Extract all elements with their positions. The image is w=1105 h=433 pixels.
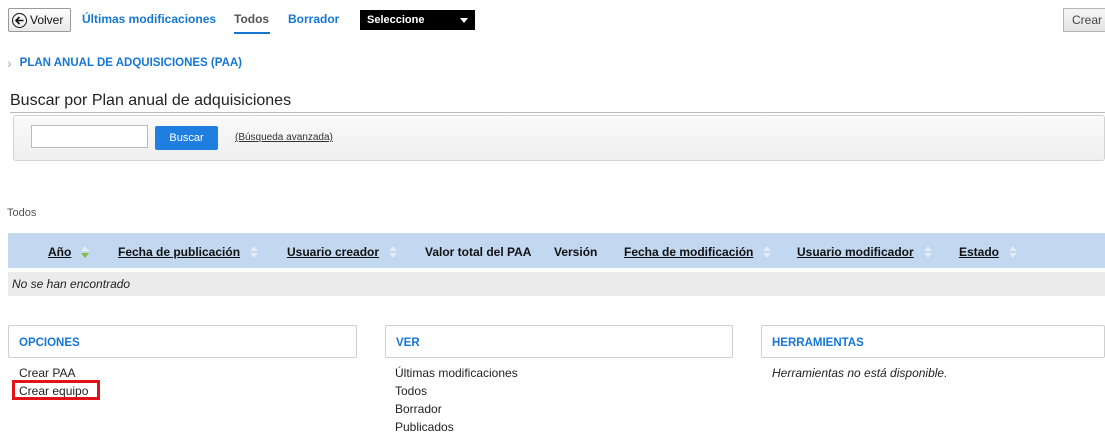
back-button-label: Volver: [30, 13, 64, 27]
search-button[interactable]: Buscar: [155, 126, 218, 150]
column-label: Usuario modificador: [797, 245, 914, 259]
column-header-valor-total: Valor total del PAA: [425, 245, 532, 259]
panel-opciones: OPCIONES: [8, 325, 357, 358]
column-label: Estado: [959, 245, 1000, 259]
breadcrumb-item[interactable]: PLAN ANUAL DE ADQUISICIONES (PAA): [20, 57, 242, 69]
view-select-value: Seleccione: [367, 14, 425, 26]
panel-title: HERRAMIENTAS: [772, 337, 864, 349]
column-label: Fecha de publicación: [118, 245, 241, 259]
panel-title: VER: [396, 337, 420, 349]
ver-item-publicados[interactable]: Publicados: [395, 419, 518, 433]
panel-herramientas: HERRAMIENTAS: [761, 325, 1105, 358]
sort-icon: [923, 245, 933, 259]
table-filter-label: Todos: [7, 207, 37, 219]
sort-icon: [1009, 245, 1018, 259]
column-header-fecha-modificacion[interactable]: Fecha de modificación: [624, 245, 772, 259]
column-header-version: Versión: [554, 245, 598, 259]
tab-ultimas-modificaciones[interactable]: Últimas modificaciones: [82, 12, 216, 26]
table-header: Año Fecha de publicación Usuario creador…: [8, 233, 1105, 268]
column-label: Fecha de modificación: [624, 245, 754, 259]
table-empty-row: No se han encontrado: [8, 272, 1105, 296]
search-panel: Buscar (Búsqueda avanzada): [13, 115, 1105, 161]
sort-icon: [763, 245, 772, 259]
ver-item-ultimas-modificaciones[interactable]: Últimas modificaciones: [395, 365, 518, 383]
column-header-ano[interactable]: Año: [48, 245, 90, 259]
ver-item-todos[interactable]: Todos: [395, 383, 518, 401]
column-header-estado[interactable]: Estado: [959, 245, 1018, 259]
tab-todos[interactable]: Todos: [234, 12, 269, 26]
column-label: Año: [48, 245, 72, 259]
breadcrumb: › PLAN ANUAL DE ADQUISICIONES (PAA): [7, 55, 242, 71]
panel-title: OPCIONES: [19, 337, 80, 349]
active-tab-indicator: [234, 32, 270, 34]
tools-unavailable-message: Herramientas no está disponible.: [772, 366, 948, 380]
chevron-down-icon: [460, 18, 468, 23]
create-button[interactable]: Crear: [1063, 8, 1105, 32]
tab-borrador[interactable]: Borrador: [288, 12, 339, 26]
advanced-search-link[interactable]: (Búsqueda avanzada): [235, 132, 333, 143]
search-title: Buscar por Plan anual de adquisiciones: [10, 92, 292, 109]
ver-item-borrador[interactable]: Borrador: [395, 401, 518, 419]
column-header-fecha-publicacion[interactable]: Fecha de publicación: [118, 245, 259, 259]
view-select[interactable]: Seleccione: [360, 10, 475, 30]
highlight-box: [12, 380, 100, 400]
column-label: Usuario creador: [287, 245, 380, 259]
sort-icon: [389, 245, 398, 259]
arrow-left-icon: [12, 12, 27, 28]
chevron-right-icon: ›: [7, 55, 12, 71]
column-header-usuario-modificador[interactable]: Usuario modificador: [797, 245, 933, 259]
sort-icon: [250, 245, 259, 259]
panel-ver: VER: [385, 325, 733, 358]
search-input[interactable]: [31, 125, 148, 148]
ver-list: Últimas modificaciones Todos Borrador Pu…: [395, 365, 518, 433]
column-header-usuario-creador[interactable]: Usuario creador: [287, 245, 398, 259]
divider: [10, 112, 1105, 113]
top-toolbar: Volver Últimas modificaciones Todos Borr…: [0, 0, 1105, 40]
sort-icon: [81, 245, 90, 259]
back-button[interactable]: Volver: [8, 8, 71, 32]
